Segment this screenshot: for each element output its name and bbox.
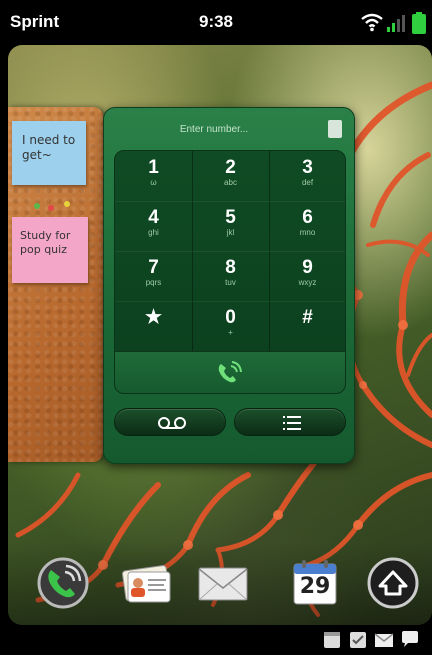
- card-view-screen: I need to get~ Study for pop quiz Enter …: [8, 45, 432, 625]
- push-pin-icon: [64, 201, 70, 207]
- key-digit: 2: [225, 157, 236, 178]
- email-notification-icon[interactable]: [374, 628, 394, 650]
- wifi-icon: [361, 13, 383, 32]
- push-pin-icon: [48, 205, 54, 211]
- key-digit: 3: [302, 157, 313, 178]
- push-pin-icon: [34, 203, 40, 209]
- contacts-icon[interactable]: [120, 556, 174, 610]
- voicemail-button[interactable]: [114, 408, 226, 436]
- key-digit: 4: [148, 207, 159, 228]
- sticky-note[interactable]: Study for pop quiz: [12, 217, 88, 283]
- key-1[interactable]: 1ω: [115, 151, 192, 201]
- quick-launch-dock: 29: [8, 542, 432, 625]
- key-letters: pqrs: [145, 278, 162, 287]
- key-letters: mno: [299, 228, 316, 237]
- calendar-notification-icon[interactable]: [322, 628, 342, 650]
- call-button[interactable]: [115, 351, 345, 393]
- key-digit: 7: [148, 257, 159, 278]
- key-2[interactable]: 2 abc: [192, 151, 269, 201]
- key-digit: 9: [302, 257, 313, 278]
- key-letters: wxyz: [298, 278, 317, 287]
- sticky-note[interactable]: I need to get~: [12, 121, 86, 185]
- phone-icon[interactable]: [36, 556, 90, 610]
- key-6[interactable]: 6 mno: [269, 201, 346, 251]
- key-letters: jkl: [226, 228, 235, 237]
- key-digit: 8: [225, 257, 236, 278]
- key-digit: #: [302, 307, 313, 328]
- key-4[interactable]: 4 ghi: [115, 201, 192, 251]
- battery-icon: [412, 12, 426, 34]
- key-7[interactable]: 7 pqrs: [115, 251, 192, 301]
- key-0[interactable]: 0 +: [192, 301, 269, 351]
- calendar-day: 29: [299, 574, 331, 599]
- key-9[interactable]: 9 wxyz: [269, 251, 346, 301]
- call-log-button[interactable]: [234, 408, 346, 436]
- phone-dialer-card[interactable]: Enter number... 1ω 2 abc 3 def 4 ghi 5 jkl 6…: [103, 107, 355, 464]
- notes-app-card[interactable]: I need to get~ Study for pop quiz: [8, 107, 103, 462]
- voicemail-icon: [158, 417, 186, 429]
- key-letters: tuv: [225, 278, 236, 287]
- key-digit: ★: [144, 307, 163, 328]
- key-letters: ω: [150, 178, 157, 187]
- number-input[interactable]: Enter number...: [114, 116, 346, 144]
- key-star[interactable]: ★: [115, 301, 192, 351]
- key-letters: ghi: [148, 228, 159, 237]
- list-icon: [283, 416, 301, 430]
- key-letters: def: [301, 178, 314, 187]
- number-placeholder: Enter number...: [179, 124, 249, 135]
- key-8[interactable]: 8 tuv: [192, 251, 269, 301]
- key-letters: abc: [224, 178, 237, 187]
- tasks-notification-icon[interactable]: [348, 628, 368, 650]
- key-digit: 6: [302, 207, 313, 228]
- phone-call-icon: [218, 361, 242, 383]
- key-letters: +: [228, 328, 233, 337]
- key-digit: 5: [225, 207, 236, 228]
- messaging-notification-icon[interactable]: [400, 628, 420, 650]
- key-5[interactable]: 5 jkl: [192, 201, 269, 251]
- key-digit: 1: [148, 157, 159, 178]
- status-bar: Sprint 9:38: [0, 0, 432, 40]
- key-digit: 0: [225, 307, 236, 328]
- contact-icon[interactable]: [328, 120, 342, 138]
- key-hash[interactable]: #: [269, 301, 346, 351]
- keypad: 1ω 2 abc 3 def 4 ghi 5 jkl 6 mno 7 pqrs 8 tuv 9…: [114, 150, 346, 394]
- calendar-icon[interactable]: 29: [288, 556, 342, 610]
- notification-bar: [0, 625, 432, 655]
- signal-icon: [387, 15, 405, 32]
- launcher-icon[interactable]: [366, 556, 420, 610]
- key-3[interactable]: 3 def: [269, 151, 346, 201]
- email-icon[interactable]: [196, 556, 250, 610]
